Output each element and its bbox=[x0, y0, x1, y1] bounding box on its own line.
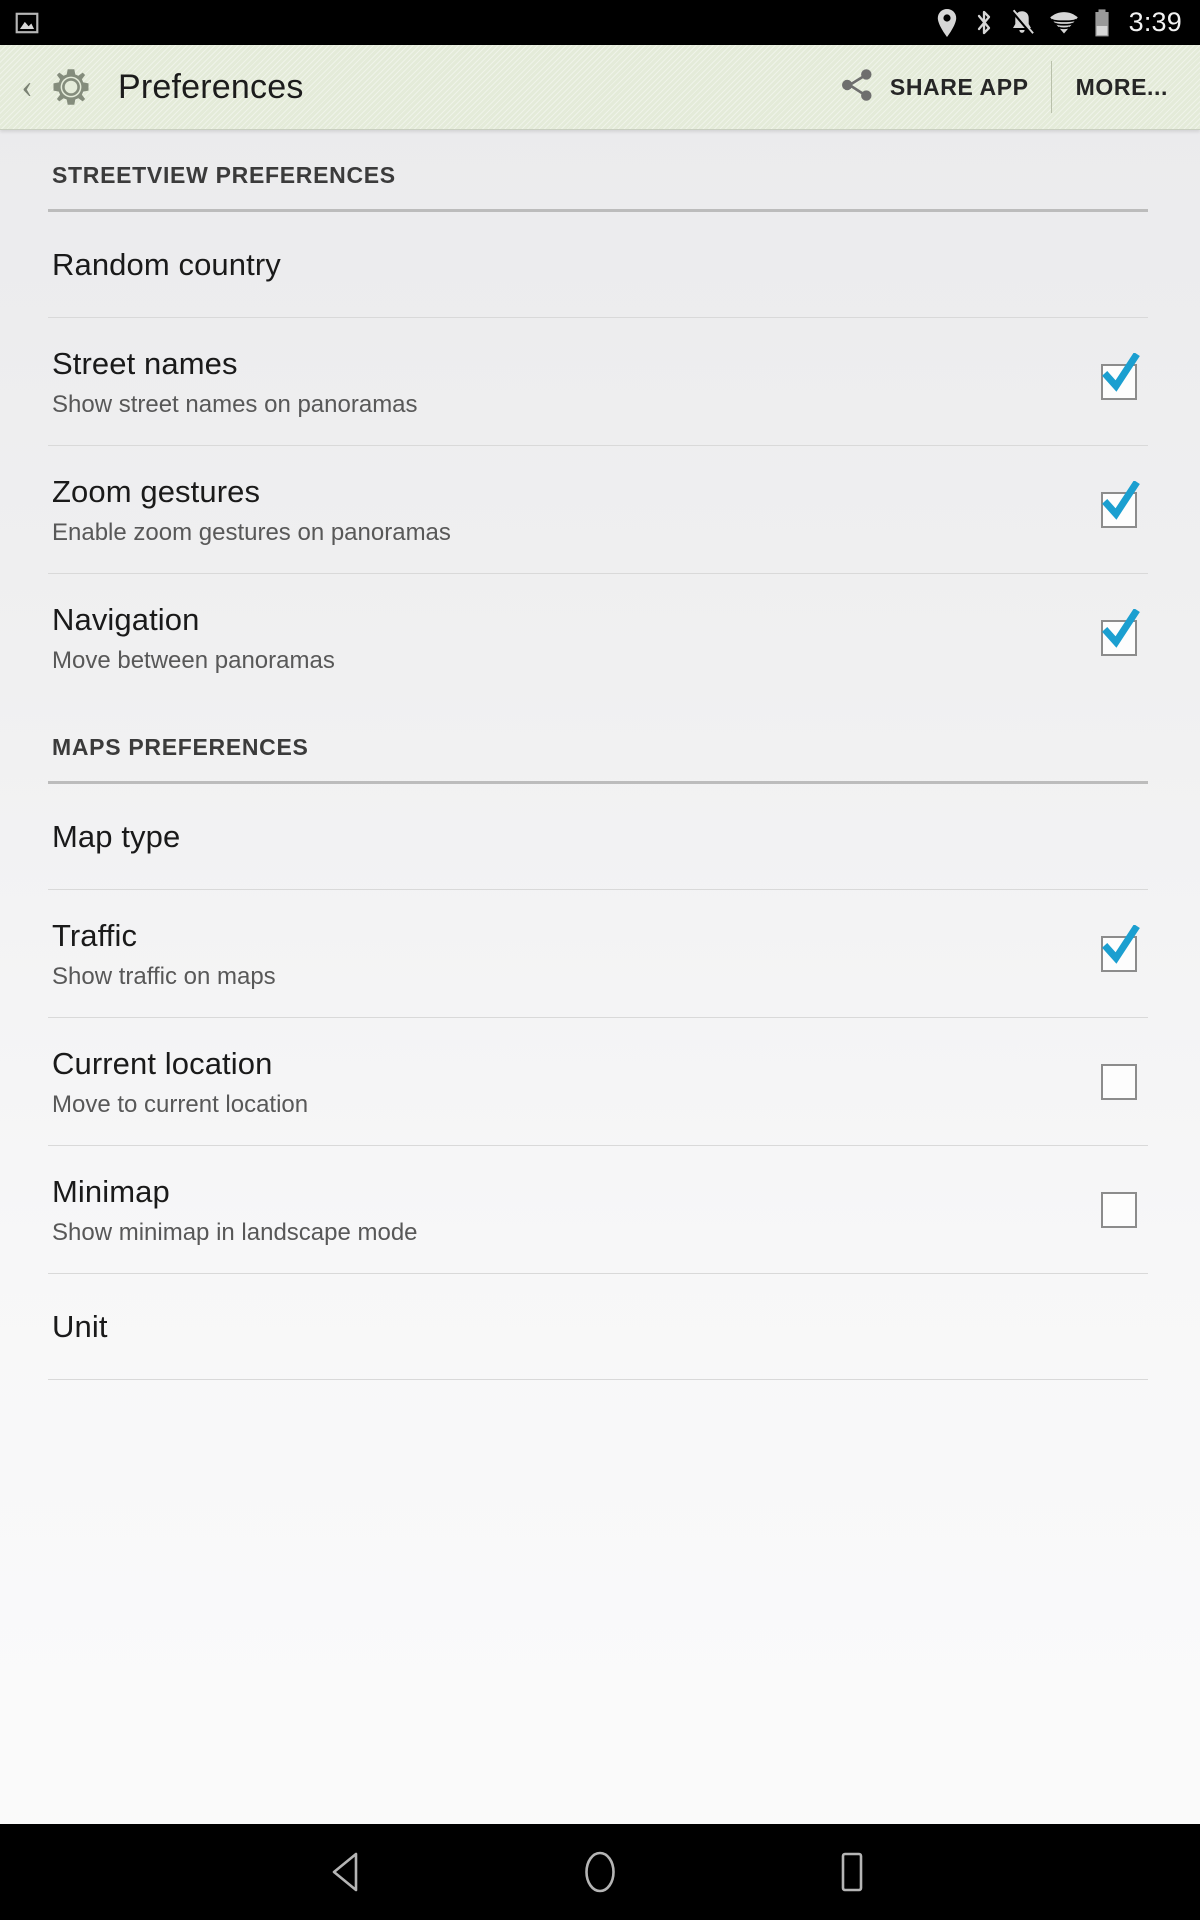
status-bar: 3:39 bbox=[0, 0, 1200, 45]
action-bar: ‹ Preferences SHARE APP MORE... bbox=[0, 45, 1200, 130]
pref-text: Map type bbox=[52, 819, 1148, 855]
pref-row-zoom-gestures[interactable]: Zoom gestures Enable zoom gestures on pa… bbox=[0, 446, 1200, 574]
checkbox-box bbox=[1101, 620, 1137, 656]
checkbox-box bbox=[1101, 936, 1137, 972]
navigation-bar bbox=[0, 1824, 1200, 1920]
pref-title: Unit bbox=[52, 1309, 108, 1345]
pref-title: Minimap bbox=[52, 1173, 170, 1209]
status-bar-system-icons: 3:39 bbox=[935, 7, 1182, 38]
more-options-button[interactable]: MORE... bbox=[1052, 45, 1178, 130]
checkbox-box bbox=[1101, 492, 1137, 528]
section-header-maps: MAPS PREFERENCES bbox=[0, 702, 1200, 773]
pref-text: Zoom gestures Enable zoom gestures on pa… bbox=[52, 474, 1066, 547]
status-bar-notifications bbox=[14, 10, 40, 36]
checkbox-zoom-gestures[interactable] bbox=[1090, 481, 1148, 539]
notifications-muted-icon bbox=[1009, 8, 1035, 38]
share-app-button[interactable]: SHARE APP bbox=[818, 45, 1051, 130]
pref-row-minimap[interactable]: Minimap Show minimap in landscape mode bbox=[0, 1146, 1200, 1274]
pref-text: Street names Show street names on panora… bbox=[52, 346, 1066, 419]
pref-text: Unit bbox=[52, 1309, 1148, 1345]
checkbox-street-names[interactable] bbox=[1090, 353, 1148, 411]
checkbox-box bbox=[1101, 364, 1137, 400]
pref-title: Current location bbox=[52, 1045, 273, 1081]
pref-row-random-country[interactable]: Random country bbox=[0, 212, 1200, 318]
pref-summary: Move to current location bbox=[52, 1090, 309, 1118]
bluetooth-icon bbox=[973, 8, 995, 38]
battery-icon bbox=[1093, 8, 1111, 38]
pref-text: Random country bbox=[52, 247, 1148, 283]
section-header-label: STREETVIEW PREFERENCES bbox=[52, 162, 396, 188]
pref-row-current-location[interactable]: Current location Move to current locatio… bbox=[0, 1018, 1200, 1146]
pref-title: Map type bbox=[52, 819, 181, 855]
recents-square-icon[interactable] bbox=[810, 1824, 894, 1920]
pref-title: Navigation bbox=[52, 601, 200, 637]
back-triangle-icon[interactable] bbox=[306, 1824, 390, 1920]
checkbox-box bbox=[1101, 1064, 1137, 1100]
home-circle-icon[interactable] bbox=[558, 1824, 642, 1920]
pref-row-navigation[interactable]: Navigation Move between panoramas bbox=[0, 574, 1200, 702]
pref-text: Navigation Move between panoramas bbox=[52, 602, 1066, 675]
checkbox-minimap[interactable] bbox=[1090, 1181, 1148, 1239]
checkbox-navigation[interactable] bbox=[1090, 609, 1148, 667]
checkbox-box bbox=[1101, 1192, 1137, 1228]
location-pin-icon bbox=[935, 8, 959, 38]
section-header-label: MAPS PREFERENCES bbox=[52, 734, 309, 760]
pref-text: Traffic Show traffic on maps bbox=[52, 918, 1066, 991]
pref-row-street-names[interactable]: Street names Show street names on panora… bbox=[0, 318, 1200, 446]
pref-summary: Enable zoom gestures on panoramas bbox=[52, 518, 451, 546]
checkbox-traffic[interactable] bbox=[1090, 925, 1148, 983]
pref-summary: Show street names on panoramas bbox=[52, 390, 418, 418]
back-chevron-icon[interactable]: ‹ bbox=[10, 45, 44, 130]
pref-row-map-type[interactable]: Map type bbox=[0, 784, 1200, 890]
pref-row-traffic[interactable]: Traffic Show traffic on maps bbox=[0, 890, 1200, 1018]
pref-text: Minimap Show minimap in landscape mode bbox=[52, 1174, 1066, 1247]
checkbox-current-location[interactable] bbox=[1090, 1053, 1148, 1111]
pref-title: Random country bbox=[52, 247, 281, 283]
pref-summary: Show traffic on maps bbox=[52, 962, 276, 990]
android-preferences-screen: 3:39 ‹ Preferences SHARE APP MORE... STR… bbox=[0, 0, 1200, 1920]
pref-text: Current location Move to current locatio… bbox=[52, 1046, 1066, 1119]
pref-title: Street names bbox=[52, 345, 238, 381]
preferences-list: STREETVIEW PREFERENCES Random country St… bbox=[0, 130, 1200, 1824]
image-notification-icon bbox=[14, 10, 40, 36]
pref-row-unit[interactable]: Unit bbox=[0, 1274, 1200, 1380]
status-bar-clock: 3:39 bbox=[1128, 7, 1182, 37]
section-header-streetview: STREETVIEW PREFERENCES bbox=[0, 130, 1200, 201]
share-icon bbox=[840, 67, 874, 108]
page-title: Preferences bbox=[118, 67, 304, 106]
more-options-label: MORE... bbox=[1075, 73, 1168, 100]
pref-summary: Move between panoramas bbox=[52, 646, 335, 674]
pref-title: Zoom gestures bbox=[52, 473, 261, 509]
wifi-icon bbox=[1049, 10, 1079, 36]
action-bar-actions: SHARE APP MORE... bbox=[818, 45, 1178, 130]
share-app-label: SHARE APP bbox=[889, 73, 1029, 100]
pref-summary: Show minimap in landscape mode bbox=[52, 1218, 418, 1246]
pref-title: Traffic bbox=[52, 917, 138, 953]
gear-icon[interactable] bbox=[46, 62, 96, 112]
